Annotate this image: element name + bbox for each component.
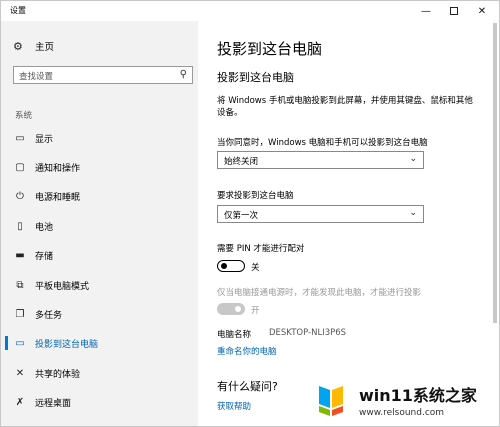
- setting1-label: 当你同意时，Windows 电脑和手机可以投影到这台电脑: [217, 138, 428, 148]
- search-placeholder: 查找设置: [19, 72, 54, 82]
- sidebar-item-label: 存储: [35, 251, 54, 262]
- sidebar-item-label: 显示: [35, 134, 54, 145]
- watermark: win11系统之家 www.relsound.com: [303, 373, 499, 426]
- settings-window: 设置 — ✕ ⚙ 主页 查找设置 ⚲ 系统 ▭ 显示 ▢ 通知和操作 ⏻ 电源和…: [0, 0, 500, 427]
- battery-icon: ▯: [17, 220, 23, 232]
- minimize-icon: —: [421, 5, 431, 17]
- setting2-label: 要求投影到这台电脑: [217, 191, 294, 201]
- power-icon: ⏻: [16, 190, 24, 202]
- get-help-link[interactable]: 获取帮助: [217, 400, 251, 412]
- notification-icon: ▢: [15, 161, 25, 173]
- rename-pc-link[interactable]: 重命名你的电脑: [217, 345, 277, 357]
- pin-toggle-state: 关: [251, 263, 260, 273]
- power-label: 仅当电脑接通电源时，才能发现此电脑，才能进行投影: [217, 288, 422, 298]
- section-title: 投影到这台电脑: [217, 71, 294, 84]
- tablet-mode-icon: ⧉: [16, 279, 24, 291]
- page-title: 投影到这台电脑: [217, 40, 323, 58]
- scrollbar[interactable]: [491, 21, 499, 426]
- sidebar-item-tablet-mode[interactable]: ⧉ 平板电脑模式: [1, 272, 198, 298]
- sidebar-item-notifications[interactable]: ▢ 通知和操作: [1, 154, 198, 180]
- sidebar-item-display[interactable]: ▭ 显示: [1, 125, 198, 151]
- sidebar-item-label: 电池: [35, 222, 54, 233]
- sidebar-item-power[interactable]: ⏻ 电源和睡眠: [1, 183, 198, 209]
- pin-toggle[interactable]: [217, 260, 245, 272]
- window-title: 设置: [10, 6, 26, 15]
- pc-name-value: DESKTOP-NLI3P6S: [269, 328, 347, 338]
- section-label-system: 系统: [15, 111, 33, 121]
- remote-desktop-icon: ✗: [15, 396, 25, 408]
- title-bar: 设置 — ✕: [1, 1, 499, 21]
- sidebar-item-battery[interactable]: ▯ 电池: [1, 213, 198, 239]
- dropdown-value: 始终关闭: [224, 157, 259, 167]
- toggle-knob: [235, 306, 241, 312]
- sidebar-item-label: 共享的体验: [35, 369, 81, 380]
- toggle-knob: [221, 263, 227, 269]
- dropdown-value: 仅第一次: [224, 211, 259, 221]
- scrollbar-thumb[interactable]: [493, 23, 497, 323]
- close-icon: ✕: [477, 5, 487, 17]
- gear-icon: ⚙: [13, 39, 23, 53]
- display-icon: ▭: [15, 132, 25, 144]
- pc-name-label: 电脑名称: [217, 330, 252, 340]
- pin-label: 需要 PIN 才能进行配对: [217, 244, 305, 254]
- maximize-icon: [450, 7, 458, 15]
- sidebar: ⚙ 主页 查找设置 ⚲ 系统 ▭ 显示 ▢ 通知和操作 ⏻ 电源和睡眠 ▯ 电池…: [1, 21, 198, 426]
- sidebar-home[interactable]: ⚙ 主页: [13, 39, 55, 54]
- chevron-down-icon: ⌄: [409, 208, 417, 218]
- sidebar-item-label: 多任务: [35, 310, 63, 321]
- power-toggle[interactable]: [217, 303, 245, 315]
- sidebar-item-multitasking[interactable]: ❐ 多任务: [1, 301, 198, 327]
- storage-icon: ▬: [15, 249, 25, 261]
- search-input[interactable]: 查找设置 ⚲: [13, 66, 193, 84]
- windows-logo-icon: [319, 386, 343, 416]
- active-indicator: [5, 336, 8, 350]
- sidebar-item-label: 投影到这台电脑: [35, 339, 99, 350]
- sidebar-item-label: 电源和睡眠: [35, 192, 81, 203]
- maximize-button[interactable]: [440, 1, 468, 21]
- sidebar-item-label: 远程桌面: [35, 398, 72, 409]
- project-icon: ▭: [15, 337, 25, 349]
- chevron-down-icon: ⌄: [409, 154, 417, 164]
- minimize-button[interactable]: —: [412, 1, 440, 21]
- watermark-text: win11系统之家: [359, 386, 477, 405]
- shared-experience-icon: ✕: [15, 367, 25, 379]
- description: 将 Windows 手机或电脑投影到此屏幕，并使用其键盘、鼠标和其他设备。: [217, 96, 473, 118]
- power-toggle-state: 开: [251, 306, 260, 316]
- sidebar-item-shared-experiences[interactable]: ✕ 共享的体验: [1, 360, 198, 386]
- sidebar-item-remote-desktop[interactable]: ✗ 远程桌面: [1, 389, 198, 415]
- home-label: 主页: [35, 42, 55, 53]
- sidebar-item-label: 平板电脑模式: [35, 281, 90, 292]
- sidebar-item-project-to-pc[interactable]: ▭ 投影到这台电脑: [1, 330, 198, 356]
- sidebar-item-label: 通知和操作: [35, 163, 81, 174]
- question-title: 有什么疑问?: [217, 380, 278, 393]
- main-content: 投影到这台电脑 投影到这台电脑 将 Windows 手机或电脑投影到此屏幕，并使…: [198, 21, 488, 426]
- watermark-url: www.relsound.com: [359, 408, 445, 418]
- search-icon[interactable]: ⚲: [180, 69, 187, 80]
- availability-dropdown[interactable]: 始终关闭 ⌄: [217, 151, 424, 169]
- close-button[interactable]: ✕: [468, 1, 496, 21]
- watermark-text-group: win11系统之家 www.relsound.com: [359, 382, 477, 418]
- sidebar-item-storage[interactable]: ▬ 存储: [1, 242, 198, 268]
- ask-to-project-dropdown[interactable]: 仅第一次 ⌄: [217, 205, 424, 223]
- multitask-icon: ❐: [15, 308, 25, 320]
